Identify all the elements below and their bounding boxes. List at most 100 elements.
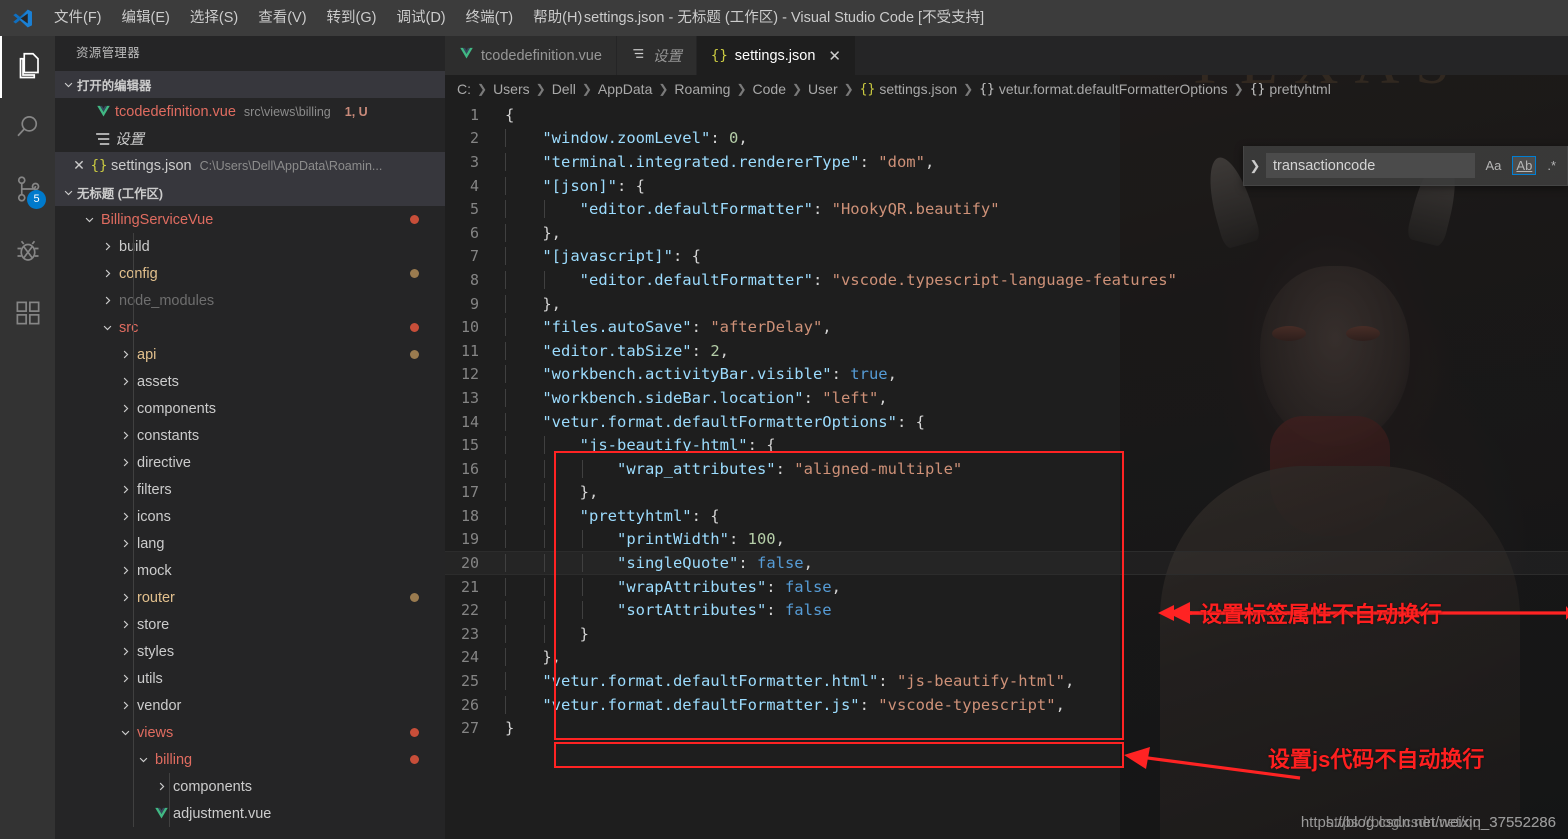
chevron-right-icon xyxy=(115,700,135,711)
code-line[interactable]: 12 "workbench.activityBar.visible": true… xyxy=(445,363,1568,387)
menu-bar[interactable]: 文件(F) 编辑(E) 选择(S) 查看(V) 转到(G) 调试(D) 终端(T… xyxy=(44,0,592,36)
chevron-right-icon[interactable]: ❯ xyxy=(1244,158,1266,174)
code-line[interactable]: 24 }, xyxy=(445,646,1568,670)
code-line[interactable]: 11 "editor.tabSize": 2, xyxy=(445,339,1568,363)
tab-settings-json[interactable]: {} settings.json ✕ xyxy=(696,36,856,75)
close-icon[interactable]: ✕ xyxy=(69,157,89,174)
code-line[interactable]: 5 "editor.defaultFormatter": "HookyQR.be… xyxy=(445,197,1568,221)
menu-selection[interactable]: 选择(S) xyxy=(180,0,248,36)
activity-debug[interactable] xyxy=(0,222,55,284)
code-editor[interactable]: 1{2 "window.zoomLevel": 0, 3 "terminal.in… xyxy=(445,103,1568,839)
breadcrumb-item-appdata[interactable]: AppData xyxy=(598,81,652,97)
breadcrumb-item-c[interactable]: C: xyxy=(457,81,471,97)
tree-item-api[interactable]: api xyxy=(55,341,445,368)
close-icon[interactable]: ✕ xyxy=(828,47,841,65)
breadcrumb-item-dell[interactable]: Dell xyxy=(552,81,576,97)
tree-item-constants[interactable]: constants xyxy=(55,422,445,449)
code-line[interactable]: 19 "printWidth": 100, xyxy=(445,528,1568,552)
menu-help[interactable]: 帮助(H) xyxy=(523,0,592,36)
match-case-option[interactable]: Aa xyxy=(1483,157,1505,174)
breadcrumb-item-user[interactable]: User xyxy=(808,81,838,97)
tree-item-icons[interactable]: icons xyxy=(55,503,445,530)
tree-item-utils[interactable]: utils xyxy=(55,665,445,692)
regex-option[interactable]: .* xyxy=(1544,157,1559,174)
menu-terminal[interactable]: 终端(T) xyxy=(456,0,524,36)
menu-edit[interactable]: 编辑(E) xyxy=(112,0,180,36)
tree-item-store[interactable]: store xyxy=(55,611,445,638)
code-line[interactable]: 15 "js-beautify-html": { xyxy=(445,433,1568,457)
tree-item-filters[interactable]: filters xyxy=(55,476,445,503)
tree-item-node-modules[interactable]: node_modules xyxy=(55,287,445,314)
tree-item-lang[interactable]: lang xyxy=(55,530,445,557)
workspace-header[interactable]: 无标题 (工作区) xyxy=(55,179,445,206)
code-line[interactable]: 16 "wrap_attributes": "aligned-multiple" xyxy=(445,457,1568,481)
activity-search[interactable] xyxy=(0,98,55,160)
tree-item-styles[interactable]: styles xyxy=(55,638,445,665)
open-editor-settings-ui[interactable]: 设置 xyxy=(55,125,445,152)
code-line[interactable]: 27} xyxy=(445,716,1568,740)
code-line[interactable]: 9 }, xyxy=(445,292,1568,316)
code-lines: 1{2 "window.zoomLevel": 0, 3 "terminal.in… xyxy=(445,103,1568,740)
tree-item-directive[interactable]: directive xyxy=(55,449,445,476)
activity-source-control[interactable]: 5 xyxy=(0,160,55,222)
code-token: "left" xyxy=(822,388,879,407)
breadcrumb-item-prettyhtml[interactable]: prettyhtml xyxy=(1269,81,1330,97)
menu-go[interactable]: 转到(G) xyxy=(317,0,387,36)
tree-indent-guide xyxy=(169,773,170,827)
code-token: : xyxy=(775,459,795,478)
tree-item-vendor[interactable]: vendor xyxy=(55,692,445,719)
code-line[interactable]: 13 "workbench.sideBar.location": "left", xyxy=(445,386,1568,410)
code-line[interactable]: 1{ xyxy=(445,103,1568,127)
code-line[interactable]: 6 }, xyxy=(445,221,1568,245)
breadcrumb-item-roaming[interactable]: Roaming xyxy=(674,81,730,97)
tree-item-config[interactable]: config xyxy=(55,260,445,287)
menu-file[interactable]: 文件(F) xyxy=(44,0,112,36)
tree-item-views[interactable]: views xyxy=(55,719,445,746)
tree-item-adjustment-vue[interactable]: adjustment.vue xyxy=(55,800,445,827)
tree-item-components[interactable]: components xyxy=(55,395,445,422)
tree-item-router[interactable]: router xyxy=(55,584,445,611)
tree-item-build[interactable]: build xyxy=(55,233,445,260)
tree-item-mock[interactable]: mock xyxy=(55,557,445,584)
code-line[interactable]: 21 "wrapAttributes": false, xyxy=(445,575,1568,599)
open-editors-header[interactable]: 打开的编辑器 xyxy=(55,71,445,98)
code-line[interactable]: 25 "vetur.format.defaultFormatter.html":… xyxy=(445,669,1568,693)
open-editor-tcodedefinition[interactable]: tcodedefinition.vue src\views\billing 1,… xyxy=(55,98,445,125)
tree-item-billingservicevue[interactable]: BillingServiceVue xyxy=(55,206,445,233)
tree-item-label: router xyxy=(137,589,175,606)
code-line[interactable]: 23 } xyxy=(445,622,1568,646)
menu-debug[interactable]: 调试(D) xyxy=(386,0,455,36)
open-editors-label: 打开的编辑器 xyxy=(77,78,152,93)
code-line[interactable]: 20 "singleQuote": false, xyxy=(445,551,1568,575)
find-widget[interactable]: ❯ transactioncode Aa Ab .* xyxy=(1243,146,1568,186)
whole-word-option[interactable]: Ab xyxy=(1512,156,1537,175)
code-token: : xyxy=(710,129,729,148)
code-line[interactable]: 10 "files.autoSave": "afterDelay", xyxy=(445,315,1568,339)
tab-settings-ui[interactable]: 设置 xyxy=(616,36,697,75)
tree-item-src[interactable]: src xyxy=(55,314,445,341)
breadcrumb-item-settings-json[interactable]: settings.json xyxy=(879,81,957,97)
tree-item-assets[interactable]: assets xyxy=(55,368,445,395)
menu-view[interactable]: 查看(V) xyxy=(248,0,316,36)
breadcrumb-item-code[interactable]: Code xyxy=(753,81,786,97)
tree-item-label: billing xyxy=(155,751,193,768)
find-input[interactable]: transactioncode xyxy=(1266,153,1475,178)
open-editor-settings-json[interactable]: ✕ {} settings.json C:\Users\Dell\AppData… xyxy=(55,152,445,179)
code-line[interactable]: 8 "editor.defaultFormatter": "vscode.typ… xyxy=(445,268,1568,292)
breadcrumb-item-formatter-options[interactable]: vetur.format.defaultFormatterOptions xyxy=(999,81,1228,97)
activity-explorer[interactable] xyxy=(0,36,55,98)
tree-item-components[interactable]: components xyxy=(55,773,445,800)
breadcrumb-item-users[interactable]: Users xyxy=(493,81,530,97)
code-line[interactable]: 14 "vetur.format.defaultFormatterOptions… xyxy=(445,410,1568,434)
line-number: 23 xyxy=(460,624,479,643)
code-line[interactable]: 26 "vetur.format.defaultFormatter.js": "… xyxy=(445,693,1568,717)
code-line[interactable]: 18 "prettyhtml": { xyxy=(445,504,1568,528)
code-line[interactable]: 7 "[javascript]": { xyxy=(445,245,1568,269)
code-line-content: "vetur.format.defaultFormatter.html": "j… xyxy=(505,672,1568,691)
tree-item-billing[interactable]: billing xyxy=(55,746,445,773)
code-line[interactable]: 17 }, xyxy=(445,481,1568,505)
activity-extensions[interactable] xyxy=(0,284,55,346)
code-line[interactable]: 22 "sortAttributes": false xyxy=(445,598,1568,622)
tab-tcodedefinition-vue[interactable]: tcodedefinition.vue xyxy=(445,36,617,75)
